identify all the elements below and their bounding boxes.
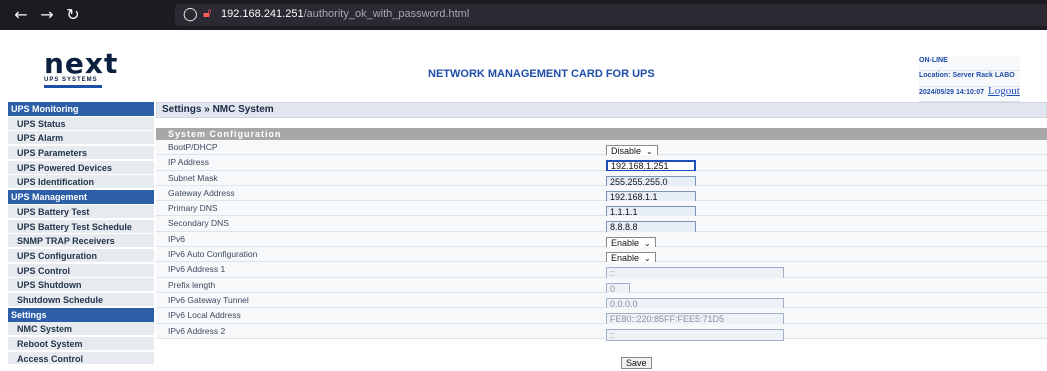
field-label: IPv6 Gateway Tunnel (168, 294, 249, 305)
config-row: IP Address 192.168.1.251 (156, 155, 1047, 173)
page-title: NETWORK MANAGEMENT CARD FOR UPS (428, 68, 655, 80)
sidebar-item-ups-shutdown[interactable]: UPS Shutdown (8, 278, 154, 293)
url-text[interactable]: 192.168.241.251/authority_ok_with_passwo… (221, 8, 469, 20)
config-row: IPv6 Auto Configuration Enable ⌄ (156, 247, 1047, 265)
field-label: Gateway Address (168, 187, 235, 198)
field-label: Prefix length (168, 279, 216, 290)
logout-link[interactable]: Logout (988, 85, 1020, 97)
config-row: IPv6 Local Address FE80::220:85FF:FEE5:71… (156, 308, 1047, 326)
field-label: IPv6 Address 2 (168, 325, 226, 336)
section-header: System Configuration (156, 128, 1047, 140)
sidebar-item-access-control[interactable]: Access Control (8, 351, 154, 364)
field-label: Subnet Mask (168, 172, 218, 183)
tracking-shield-icon[interactable]: ◯ (183, 7, 198, 22)
sidebar-item-ups-alarm[interactable]: UPS Alarm (8, 131, 154, 146)
field-label: BootP/DHCP (168, 142, 218, 152)
status-panel: ON-LINE Location: Server Rack LABO 2024/… (919, 56, 1020, 102)
sidebar-item-ups-status[interactable]: UPS Status (8, 116, 154, 131)
sidebar-section-ups-management[interactable]: UPS Management (8, 190, 154, 205)
sidebar-item-ups-battery-test-schedule[interactable]: UPS Battery Test Schedule (8, 219, 154, 234)
url-bar[interactable]: ◯ 🔓︎ 192.168.241.251/authority_ok_with_p… (175, 4, 1047, 26)
sidebar-item-shutdown-schedule[interactable]: Shutdown Schedule (8, 292, 154, 307)
logo-underline (44, 85, 102, 88)
url-path: /authority_ok_with_password.html (303, 8, 470, 20)
config-row: Subnet Mask 255.255.255.0 (156, 170, 1047, 188)
forward-icon[interactable]: → (38, 6, 56, 24)
logo-wordmark: next (44, 47, 119, 80)
config-row: IPv6 Address 2:: (156, 323, 1047, 341)
sidebar-item-ups-battery-test[interactable]: UPS Battery Test (8, 204, 154, 219)
sidebar-section-ups-monitoring[interactable]: UPS Monitoring (8, 102, 154, 116)
config-row: Prefix length 0 (156, 277, 1047, 295)
field-label: IPv6 Address 1 (168, 264, 226, 275)
field-label: IPv6 Local Address (168, 310, 241, 321)
ipv6-address-2-input: :: (606, 328, 784, 341)
sidebar-item-ups-control[interactable]: UPS Control (8, 263, 154, 278)
sidebar-item-ups-identification[interactable]: UPS Identification (8, 175, 154, 190)
ups-status-text: ON-LINE (919, 56, 1020, 72)
sidebar-item-ups-parameters[interactable]: UPS Parameters (8, 146, 154, 161)
back-icon[interactable]: ← (12, 6, 30, 24)
config-row: IPv6 Gateway Tunnel 0.0.0.0 (156, 292, 1047, 310)
config-row: Secondary DNS 8.8.8.8 (156, 216, 1047, 234)
sidebar-item-reboot-system[interactable]: Reboot System (8, 337, 154, 351)
insecure-lock-icon[interactable]: 🔓︎ (203, 6, 211, 21)
sidebar-item-ups-powered-devices[interactable]: UPS Powered Devices (8, 160, 154, 175)
config-table: BootP/DHCP Disable ⌄ IP Address 192.168.1.25… (156, 140, 1047, 341)
field-label: IP Address (168, 157, 209, 168)
config-row: Gateway Address 192.168.1.1 (156, 185, 1047, 203)
sidebar-nav: UPS Monitoring UPS Status UPS Alarm UPS Par… (8, 102, 154, 364)
save-button[interactable]: Save (621, 357, 652, 369)
config-row: Primary DNS 1.1.1.1 (156, 201, 1047, 219)
browser-toolbar: ← → ↻ ◯ 🔓︎ 192.168.241.251/authority_ok_… (0, 0, 1047, 30)
sidebar-item-snmp-trap-receivers[interactable]: SNMP TRAP Receivers (8, 234, 154, 249)
datetime-text: 2024/05/29 14:10:07 (919, 88, 984, 96)
config-row: IPv6 Address 1:: (156, 262, 1047, 280)
sidebar-item-nmc-system[interactable]: NMC System (8, 322, 154, 337)
url-host: 192.168.241.251 (221, 8, 304, 20)
config-row: IPv6 Enable ⌄ (156, 231, 1047, 249)
config-row: BootP/DHCP Disable ⌄ (156, 140, 1047, 157)
breadcrumb: Settings » NMC System (156, 102, 1047, 118)
sidebar-section-settings[interactable]: Settings (8, 307, 154, 322)
field-label: Secondary DNS (168, 218, 229, 229)
field-label: IPv6 (168, 233, 186, 244)
main-content: Settings » NMC System System Configurati… (156, 102, 1047, 341)
sidebar-item-ups-configuration[interactable]: UPS Configuration (8, 248, 154, 263)
company-logo: next UPS SYSTEMS (44, 47, 119, 88)
field-label: Primary DNS (168, 203, 218, 214)
field-label: IPv6 Auto Configuration (168, 249, 258, 260)
reload-icon[interactable]: ↻ (64, 6, 82, 24)
